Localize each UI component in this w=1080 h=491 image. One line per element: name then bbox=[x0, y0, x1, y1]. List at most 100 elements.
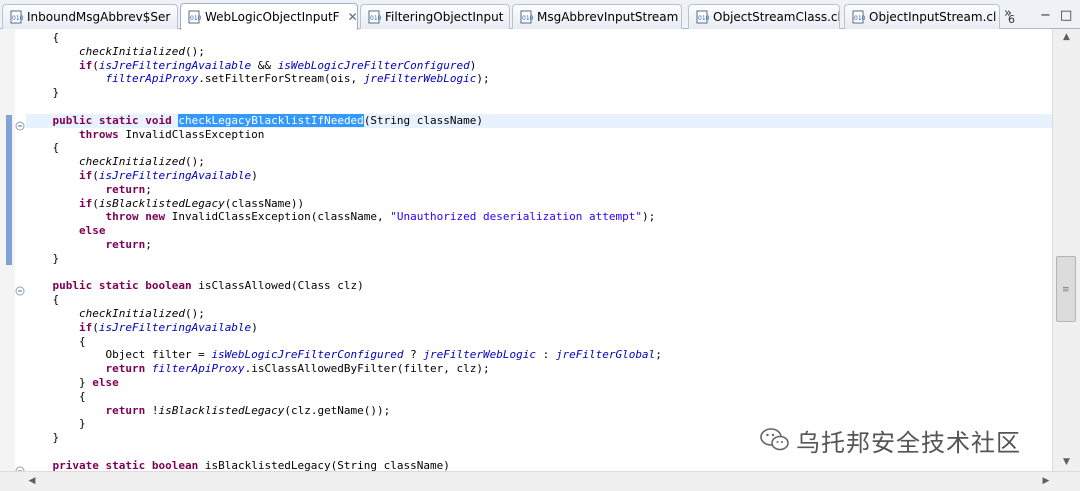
class-file-icon: 010 bbox=[851, 10, 865, 24]
code-line[interactable]: checkInitialized(); bbox=[26, 155, 205, 169]
code-line[interactable]: } else bbox=[26, 376, 119, 390]
code-line[interactable]: return !isBlacklistedLegacy(clz.getName(… bbox=[26, 404, 390, 418]
code-token: ; bbox=[145, 238, 152, 251]
class-file-icon: 010 bbox=[695, 10, 709, 24]
code-token: isBlacklistedLegacy bbox=[98, 196, 225, 210]
code-token: isWebLogicJreFilterConfigured bbox=[277, 58, 470, 72]
code-token: (); bbox=[184, 155, 205, 169]
code-token: if bbox=[78, 58, 93, 72]
code-token: isJreFilteringAvailable bbox=[98, 169, 252, 182]
code-token: (String className) bbox=[363, 113, 484, 127]
code-line[interactable]: } bbox=[26, 431, 59, 445]
class-file-icon: 010 bbox=[519, 10, 533, 24]
svg-text:010: 010 bbox=[698, 15, 709, 22]
maximize-button[interactable]: □ bbox=[1060, 8, 1072, 23]
code-token: void bbox=[145, 113, 172, 127]
arrow-left-icon[interactable]: ◀ bbox=[24, 472, 40, 491]
code-line[interactable]: } bbox=[26, 86, 59, 100]
code-line[interactable]: { bbox=[26, 293, 59, 307]
code-editor[interactable]: { checkInitialized(); if(isJreFilteringA… bbox=[0, 29, 1052, 471]
code-line[interactable]: throws InvalidClassException bbox=[26, 128, 264, 142]
code-token: (); bbox=[184, 44, 205, 58]
minimize-icon: − bbox=[1040, 8, 1051, 23]
tab-overflow-button[interactable]: »6 bbox=[1004, 6, 1019, 26]
code-line[interactable]: return; bbox=[26, 183, 151, 197]
class-file-icon: 010 bbox=[9, 10, 23, 24]
code-line[interactable]: private static boolean isBlacklistedLega… bbox=[26, 459, 450, 471]
tab-msgabbrevinputstream[interactable]: 010 MsgAbbrevInputStream bbox=[512, 4, 682, 29]
maximize-icon: □ bbox=[1060, 8, 1073, 23]
close-icon[interactable]: ✕ bbox=[348, 10, 357, 24]
arrow-down-icon[interactable]: ▼ bbox=[1053, 454, 1080, 470]
tab-objectstreamclass[interactable]: 010 ObjectStreamClass.cl bbox=[688, 4, 840, 29]
code-token: checkInitialized bbox=[78, 155, 185, 169]
svg-text:010: 010 bbox=[522, 15, 533, 22]
code-line[interactable]: checkInitialized(); bbox=[26, 45, 205, 59]
code-token: { bbox=[26, 141, 60, 155]
code-line[interactable]: public static void checkLegacyBlacklistI… bbox=[26, 113, 1052, 128]
code-token: (clz.getName()); bbox=[284, 403, 391, 417]
code-line[interactable]: return filterApiProxy.isClassAllowedByFi… bbox=[26, 362, 489, 376]
fold-collapse-icon[interactable] bbox=[15, 281, 25, 296]
fold-collapse-icon[interactable] bbox=[15, 461, 25, 471]
code-line[interactable]: { bbox=[26, 141, 59, 155]
code-token: checkInitialized bbox=[78, 307, 185, 320]
code-token: boolean bbox=[151, 458, 199, 471]
tab-label: WebLogicObjectInputF bbox=[205, 10, 340, 24]
arrow-right-icon[interactable]: ▶ bbox=[1038, 472, 1054, 491]
tab-filteringobjectinput[interactable]: 010 FilteringObjectInput bbox=[360, 4, 510, 29]
code-line[interactable]: if(isJreFilteringAvailable) bbox=[26, 321, 258, 335]
code-token: "Unauthorized deserialization attempt" bbox=[390, 210, 642, 224]
tab-label: MsgAbbrevInputStream bbox=[537, 10, 679, 24]
code-token: Object filter = bbox=[26, 348, 212, 362]
code-token: filterApiProxy bbox=[151, 362, 245, 376]
vertical-scrollbar[interactable]: ▲ ≡ ▼ bbox=[1052, 29, 1080, 471]
code-line[interactable]: throw new InvalidClassException(classNam… bbox=[26, 210, 655, 224]
code-token: checkInitialized bbox=[78, 44, 185, 58]
code-line[interactable]: filterApiProxy.setFilterForStream(ois, j… bbox=[26, 72, 489, 86]
code-line[interactable]: return; bbox=[26, 238, 152, 252]
code-token: InvalidClassException bbox=[118, 127, 265, 141]
code-token: (className)) bbox=[224, 196, 305, 210]
code-line[interactable]: { bbox=[26, 335, 86, 349]
code-line[interactable]: { bbox=[26, 390, 86, 404]
code-line[interactable]: } bbox=[26, 417, 86, 431]
code-token: if bbox=[78, 320, 93, 334]
code-token: } bbox=[26, 86, 60, 100]
horizontal-scrollbar[interactable]: ◀ ▶ bbox=[0, 471, 1080, 491]
code-token: throw bbox=[105, 210, 139, 224]
code-line[interactable]: if(isBlacklistedLegacy(className)) bbox=[26, 197, 304, 211]
code-line[interactable]: Object filter = isWebLogicJreFilterConfi… bbox=[26, 348, 661, 362]
code-token: : bbox=[535, 348, 556, 362]
tab-weblogicobjectinputfilter[interactable]: 010 WebLogicObjectInputF ✕ bbox=[180, 3, 358, 30]
fold-collapse-icon[interactable] bbox=[15, 116, 25, 131]
code-token: { bbox=[26, 334, 86, 348]
tab-inboundmsgabbrev[interactable]: 010 InboundMsgAbbrev$Ser bbox=[2, 4, 178, 29]
code-token: jreFilterGlobal bbox=[555, 348, 656, 362]
arrow-up-icon[interactable]: ▲ bbox=[1053, 29, 1080, 45]
code-line[interactable]: } bbox=[26, 252, 59, 266]
code-line[interactable]: { bbox=[26, 31, 59, 45]
scroll-thumb[interactable]: ≡ bbox=[1056, 256, 1076, 322]
code-token: public bbox=[52, 279, 93, 293]
code-line[interactable]: public static boolean isClassAllowed(Cla… bbox=[26, 279, 364, 293]
tab-label: ObjectInputStream.cl bbox=[869, 10, 997, 24]
code-token: ); bbox=[641, 210, 656, 224]
code-line[interactable]: checkInitialized(); bbox=[26, 307, 205, 321]
tab-objectinputstream[interactable]: 010 ObjectInputStream.cl bbox=[844, 4, 1000, 29]
code-line[interactable]: else bbox=[26, 224, 106, 238]
code-line[interactable]: if(isJreFilteringAvailable && isWebLogic… bbox=[26, 59, 476, 73]
code-line[interactable]: if(isJreFilteringAvailable) bbox=[26, 169, 258, 183]
minimize-button[interactable]: − bbox=[1040, 8, 1051, 23]
